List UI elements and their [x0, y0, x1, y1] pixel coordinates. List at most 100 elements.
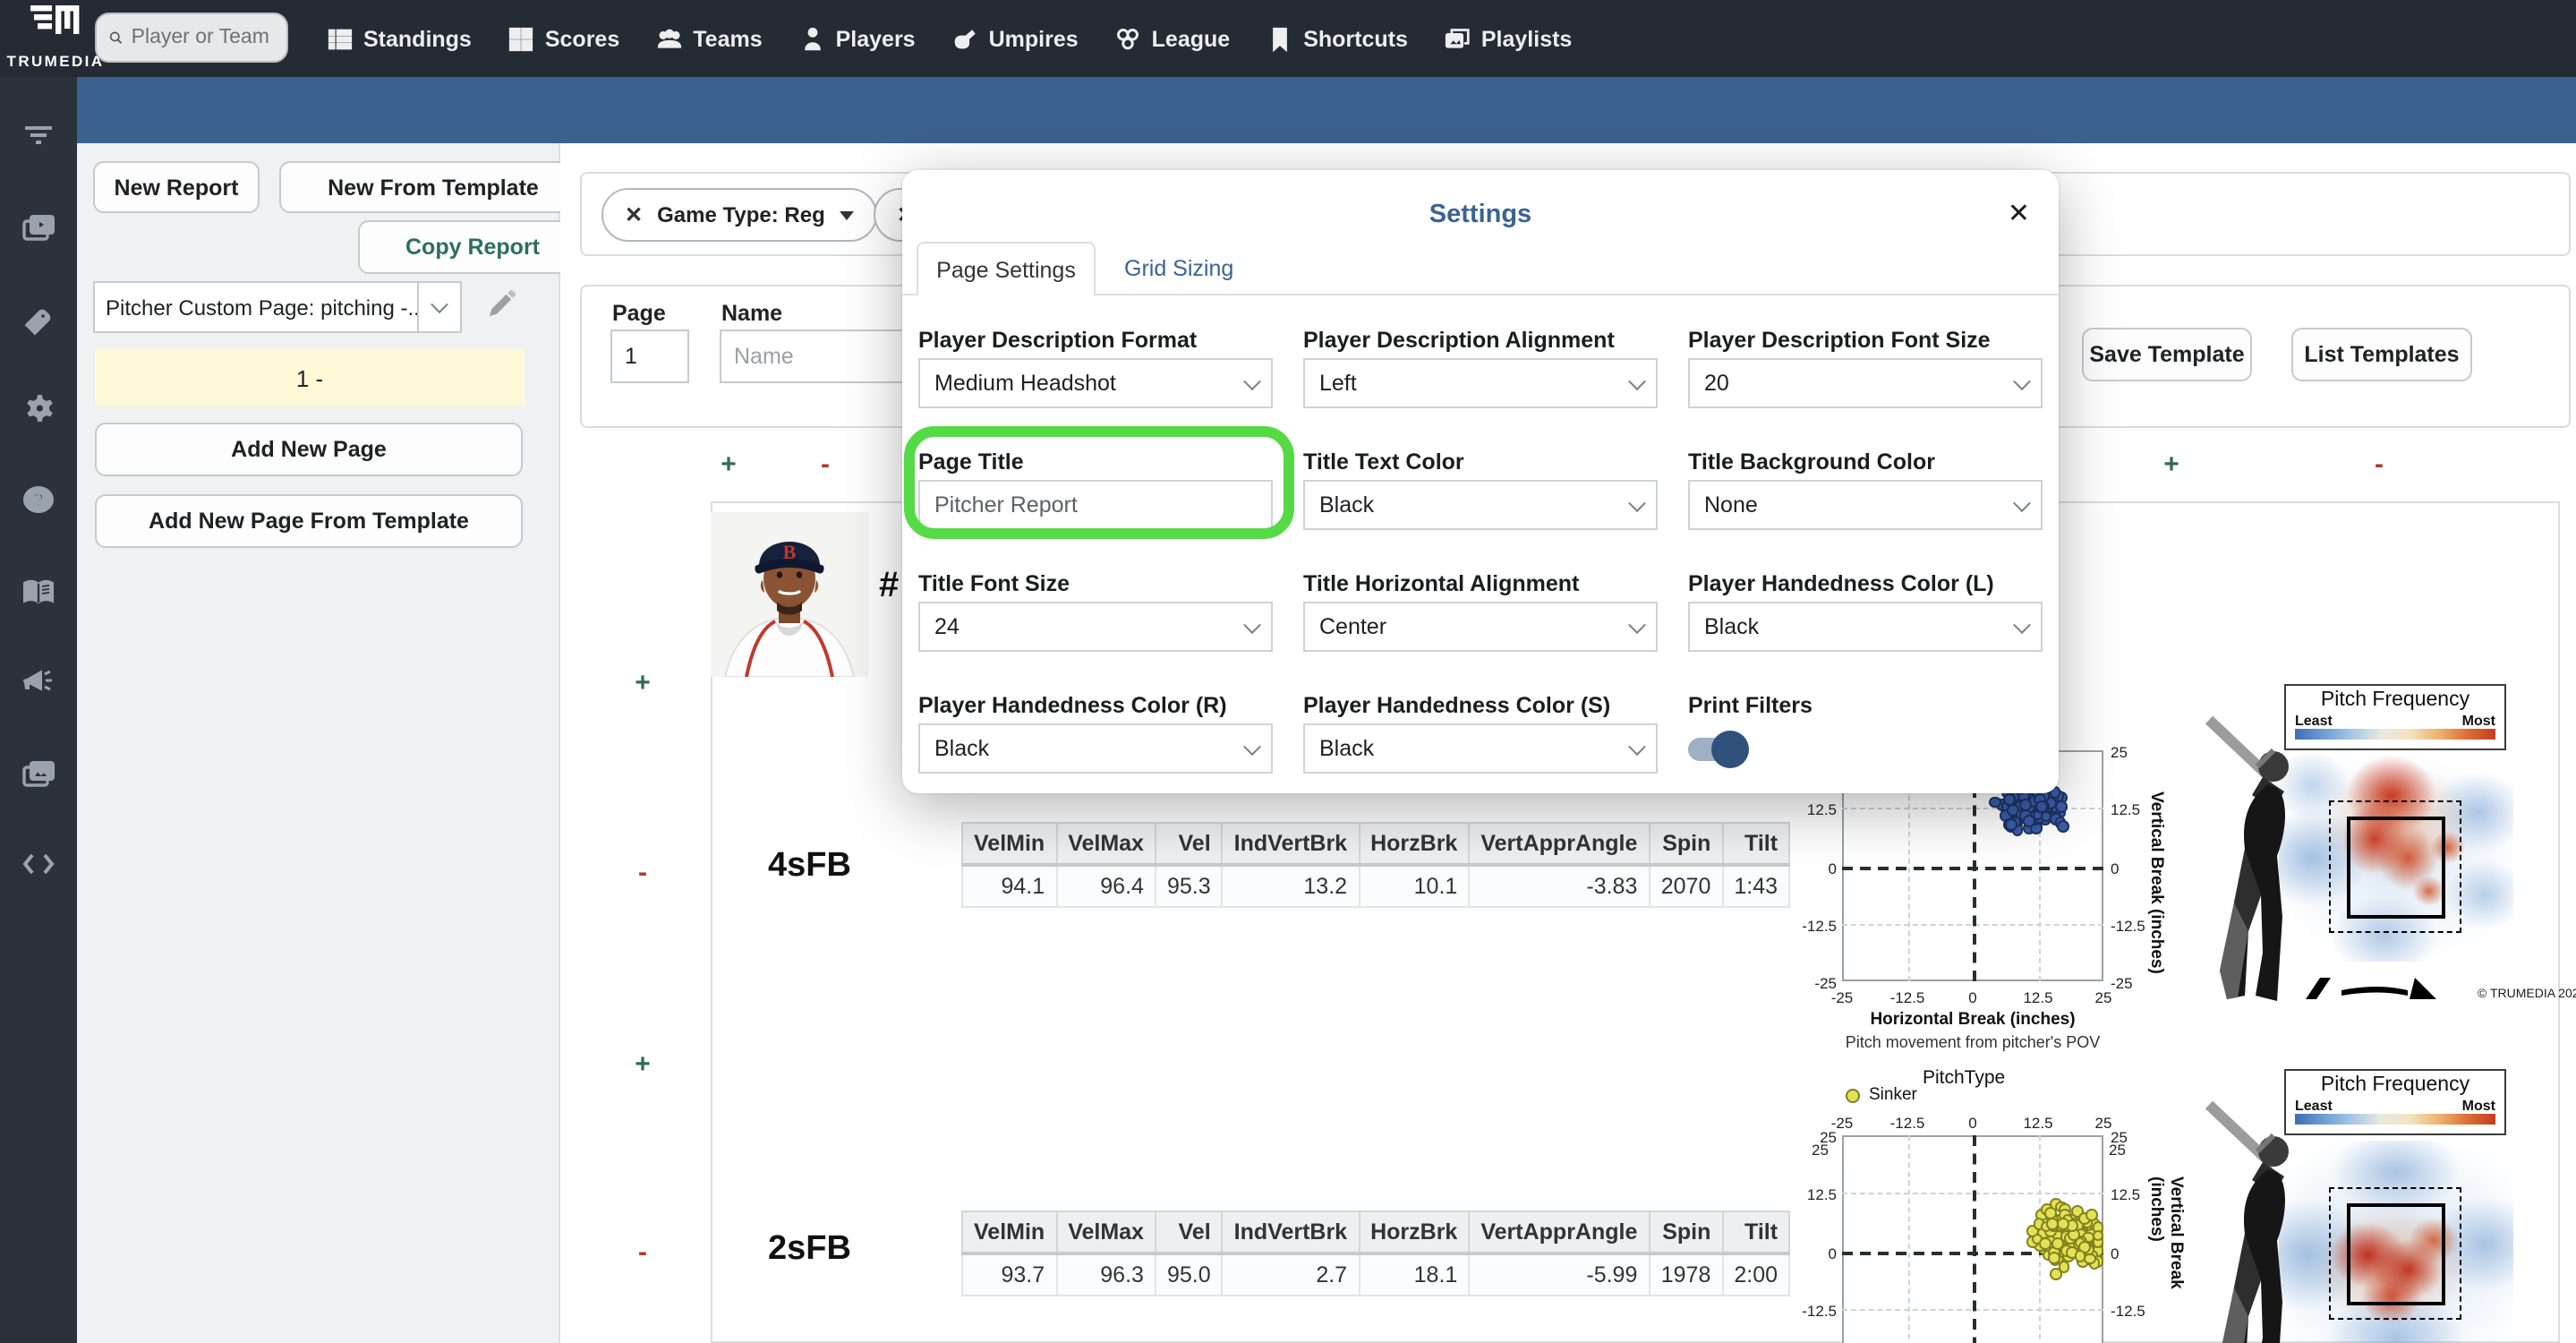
field-select[interactable]: 20 — [1688, 358, 2043, 408]
nav-item-label: Scores — [544, 26, 620, 51]
sidebar-help-icon[interactable]: ? — [0, 469, 77, 530]
field-select[interactable]: Center — [1303, 602, 1658, 652]
players-icon — [804, 26, 821, 50]
sidebar-filter-icon[interactable] — [0, 102, 77, 163]
nav-item-teams[interactable]: Teams — [657, 26, 763, 51]
trumedia-logo[interactable]: TRUMEDIA — [4, 2, 107, 70]
nav-item-league[interactable]: League — [1116, 26, 1230, 51]
edit-pencil-icon[interactable] — [485, 288, 517, 321]
whistle-icon — [24, 308, 51, 335]
col-header: IndVertBrk — [1221, 822, 1361, 867]
grid-add-button[interactable]: + — [628, 1049, 657, 1080]
gridline — [1907, 1135, 1909, 1343]
grid-add-button[interactable]: + — [2157, 449, 2186, 480]
nav-item-standings[interactable]: Standings — [328, 26, 472, 51]
batter-silhouette-icon — [2205, 715, 2289, 1001]
add-new-page-button[interactable]: Add New Page — [95, 423, 523, 476]
nav-item-umpires[interactable]: Umpires — [953, 26, 1079, 51]
modal-field-player-description-format: Player Description Format Medium Headshot — [918, 328, 1273, 408]
col-header: VelMax — [1055, 822, 1156, 867]
stat-cell: 1978 — [1648, 1253, 1724, 1296]
nav-item-playlists[interactable]: Playlists — [1446, 26, 1572, 51]
field-select[interactable]: Black — [1303, 723, 1658, 774]
tab-grid-sizing[interactable]: Grid Sizing — [1124, 242, 1233, 295]
new-from-template-button[interactable]: New From Template — [279, 161, 587, 213]
field-select[interactable]: Left — [1303, 358, 1658, 408]
sidebar-images-icon[interactable] — [0, 741, 77, 802]
teams-icon — [658, 28, 682, 47]
report-select-value: Pitcher Custom Page: pitching -... — [106, 295, 417, 320]
page-number-input[interactable] — [610, 329, 689, 383]
save-template-button[interactable]: Save Template — [2082, 328, 2252, 381]
book-icon — [23, 578, 54, 603]
freq-gradient-bar — [2295, 729, 2495, 740]
field-select[interactable]: None — [1688, 480, 2043, 530]
megaphone-icon — [22, 669, 52, 690]
icon-sidebar: ? — [0, 77, 77, 1343]
filter-pill-game-type[interactable]: ✕ Game Type: Reg — [601, 188, 877, 242]
remove-filter-icon[interactable]: ✕ — [625, 202, 643, 227]
field-select[interactable]: Medium Headshot — [918, 358, 1273, 408]
modal-field-title-horizontal-alignment: Title Horizontal Alignment Center — [1303, 571, 1658, 652]
gear-icon — [27, 394, 53, 421]
global-search-input[interactable]: Player or Team or Umpire — [95, 13, 288, 63]
nav-item-players[interactable]: Players — [800, 26, 916, 51]
field-select[interactable]: 24 — [918, 602, 1273, 652]
list-templates-button[interactable]: List Templates — [2291, 328, 2472, 381]
sidebar-gear-icon[interactable] — [0, 378, 77, 439]
page-name-input[interactable] — [720, 329, 924, 383]
field-select-value: 20 — [1704, 371, 1729, 396]
most-label: Most — [2461, 713, 2495, 729]
home-plate-icon — [2306, 978, 2436, 999]
sidebar-video-playlist-icon[interactable] — [0, 195, 77, 256]
grid-add-button[interactable]: + — [628, 668, 657, 698]
axis-tick-label: 25 — [2109, 1141, 2126, 1159]
grid-remove-button[interactable]: - — [2365, 449, 2393, 480]
pitch-stats-table: VelMin VelMax Vel IndVertBrk HorzBrk VertAppr… — [961, 1210, 1791, 1296]
nav-item-shortcuts[interactable]: Shortcuts — [1267, 26, 1408, 51]
search-placeholder: Player or Team or Umpire — [131, 27, 274, 48]
field-label: Title Background Color — [1688, 449, 1935, 475]
grid-remove-button[interactable]: - — [628, 1237, 657, 1268]
batter-silhouette — [2202, 1087, 2295, 1343]
field-label: Player Handedness Color (R) — [918, 693, 1227, 718]
sidebar-code-icon[interactable] — [0, 833, 77, 894]
field-label: Title Font Size — [918, 571, 1070, 596]
grid-remove-button[interactable]: - — [628, 858, 657, 888]
field-label: Player Description Format — [918, 328, 1198, 353]
field-select[interactable]: Black — [918, 723, 1273, 774]
page-list-item-1[interactable]: 1 - — [95, 349, 525, 406]
sidebar-book-icon[interactable] — [0, 560, 77, 621]
axis-tick-label: -12.5 — [1802, 1301, 1837, 1320]
col-header: Spin — [1648, 822, 1724, 867]
field-select[interactable]: Black — [1688, 602, 2043, 652]
modal-field-print-filters: Print Filters — [1688, 693, 2043, 774]
copy-report-button[interactable]: Copy Report — [358, 220, 587, 274]
axis-tick-label: 12.5 — [2023, 988, 2053, 1006]
stat-cell: 2070 — [1648, 864, 1724, 908]
field-select[interactable]: Black — [1303, 480, 1658, 530]
col-header: VelMin — [961, 822, 1058, 867]
new-report-button[interactable]: New Report — [93, 161, 260, 213]
x-axis-title: Horizontal Break (inches) — [1870, 1010, 2076, 1030]
modal-field-title-font-size: Title Font Size 24 — [918, 571, 1273, 652]
stat-cell: 2.7 — [1221, 1253, 1361, 1296]
axis-tick-label: -12.5 — [2111, 916, 2145, 935]
col-header: IndVertBrk — [1221, 1210, 1361, 1255]
player-headshot: B — [711, 512, 868, 677]
tab-page-settings[interactable]: Page Settings — [917, 242, 1096, 295]
close-icon[interactable]: ✕ — [2008, 197, 2030, 229]
sidebar-whistle-icon[interactable] — [0, 288, 77, 349]
sidebar-megaphone-icon[interactable] — [0, 652, 77, 713]
axis-tick-label: -12.5 — [1889, 1114, 1925, 1132]
zero-crosshair — [1842, 866, 2103, 869]
page-title-input[interactable]: Pitcher Report — [918, 480, 1273, 530]
grid-remove-button[interactable]: - — [811, 449, 840, 480]
grid-add-button[interactable]: + — [714, 449, 743, 480]
stat-cell: 13.2 — [1221, 864, 1361, 908]
nav-item-scores[interactable]: Scores — [509, 26, 619, 51]
add-new-page-from-template-button[interactable]: Add New Page From Template — [95, 494, 523, 548]
print-filters-toggle[interactable] — [1688, 731, 1749, 768]
stat-cell: 18.1 — [1358, 1253, 1471, 1296]
report-select[interactable]: Pitcher Custom Page: pitching -... — [93, 281, 462, 333]
